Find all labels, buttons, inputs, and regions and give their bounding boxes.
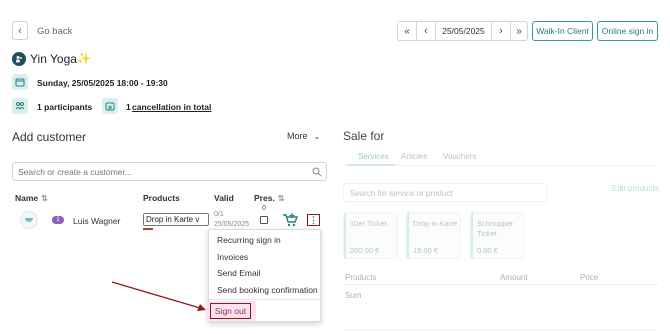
annotation-arrow-icon [111, 281, 206, 311]
